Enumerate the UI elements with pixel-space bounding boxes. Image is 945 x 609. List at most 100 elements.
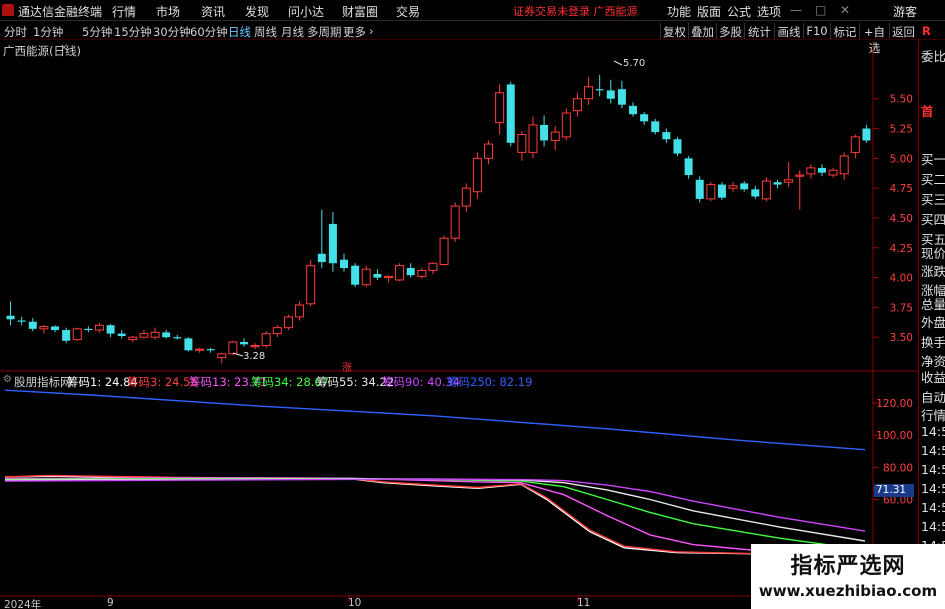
fuquan-button[interactable]: 复权 (660, 23, 688, 39)
candle (561, 108, 571, 141)
candle (261, 331, 271, 348)
candle (417, 268, 427, 279)
menu-zixun[interactable]: 资讯 (201, 3, 225, 20)
candle-body (839, 155, 849, 175)
huaxian-button[interactable]: 画线 (774, 23, 803, 39)
tab-30min[interactable]: 30分钟 (153, 24, 191, 40)
biaoji-button[interactable]: 标记 (830, 23, 859, 39)
chart-area[interactable]: 3.50 3.75 4.00 4.25 4.50 4.75 5.00 5.25 5.50 60.0… (0, 41, 918, 609)
candle-body (139, 333, 149, 338)
candle (117, 330, 126, 339)
guest-label[interactable]: 游客 (893, 3, 917, 20)
app-title: 通达信金融终端 (18, 5, 103, 19)
candle (506, 82, 515, 147)
tab-15min[interactable]: 15分钟 (114, 24, 152, 40)
tab-multi-period[interactable]: 多周期 (307, 24, 342, 40)
candle-body (706, 184, 716, 200)
chart-svg[interactable]: 3.503.754.004.254.504.755.005.255.5060.0… (0, 41, 918, 609)
candle (62, 327, 71, 344)
menu-hangqing[interactable]: 行情 (112, 3, 136, 20)
f10-button[interactable]: F10 (803, 23, 830, 39)
candle-body (340, 259, 349, 269)
candle (428, 262, 438, 274)
candle (773, 179, 782, 189)
tongji-button[interactable]: 统计 (744, 23, 774, 39)
candle (239, 338, 248, 347)
back-button[interactable]: 返回 (889, 23, 917, 39)
side-panel-label-17: 14:5 (921, 424, 945, 439)
add-watchlist-button[interactable]: +自选 (859, 23, 889, 55)
menu-wenxiaoda[interactable]: 问小达 (288, 3, 324, 20)
indicator-line (4, 474, 866, 558)
watermark-title: 指标严选网 (790, 554, 906, 579)
candle-body (629, 105, 638, 115)
candle (72, 327, 82, 341)
menu-gongshi[interactable]: 公式 (727, 3, 751, 20)
indicator-series (4, 389, 866, 559)
candle-body (162, 332, 171, 338)
tab-1min[interactable]: 1分钟 (33, 24, 63, 40)
tab-more[interactable]: 更多 (343, 24, 366, 40)
window-max-icon[interactable]: □ (815, 3, 826, 17)
candle (328, 212, 337, 272)
menu-xuanxiang[interactable]: 选项 (757, 3, 781, 20)
indicator-name[interactable]: 股朋指标网 (14, 374, 72, 390)
menu-jiaoyi[interactable]: 交易 (396, 3, 420, 20)
candle-body (506, 84, 515, 143)
candle (28, 318, 37, 332)
candle-body (417, 269, 427, 277)
login-warning[interactable]: 证券交易未登录 广西能源 (513, 3, 638, 19)
candle-body (728, 185, 738, 189)
indicator-tick-label: 120.00 (876, 398, 913, 410)
candle (740, 181, 749, 192)
candle-body (673, 139, 682, 154)
more-chevron-icon[interactable]: › (369, 24, 374, 38)
candle (850, 134, 860, 159)
diejia-button[interactable]: 叠加 (688, 23, 716, 39)
candle-body (328, 223, 337, 264)
tab-monthly[interactable]: 月线 (281, 24, 304, 40)
menu-shichang[interactable]: 市场 (156, 3, 180, 20)
window-min-icon[interactable]: — (790, 3, 802, 17)
candle (340, 253, 349, 272)
candle-body (295, 304, 305, 318)
menu-faxian[interactable]: 发现 (245, 3, 269, 20)
indicator-settings-icon[interactable]: ⚙ (3, 374, 12, 385)
candle (295, 301, 305, 321)
tab-fenshi[interactable]: 分时 (4, 24, 27, 40)
candle-body (561, 112, 571, 138)
duogu-button[interactable]: 多股 (716, 23, 744, 39)
limit-up-mark: 涨 (342, 363, 352, 374)
window-close-icon[interactable]: ✕ (840, 3, 850, 17)
candle (17, 316, 26, 326)
date-label-sep: 9 (107, 597, 114, 609)
candle (495, 84, 505, 135)
candle (272, 325, 282, 338)
menu-caifuquan[interactable]: 财富圈 (342, 3, 378, 20)
candle-body (595, 89, 604, 91)
candle-body (306, 265, 316, 305)
candle (383, 275, 393, 283)
tab-weekly[interactable]: 周线 (254, 24, 277, 40)
candle (606, 79, 615, 104)
candle-body (806, 167, 816, 175)
panel-r-indicator[interactable]: R (922, 24, 931, 38)
candle-body (517, 134, 527, 153)
legend-chouma250: 筹码250: 82.19 (447, 375, 533, 389)
menu-gongneng[interactable]: 功能 (667, 3, 691, 20)
candle (828, 167, 838, 178)
candlestick-series (6, 74, 871, 364)
price-tick-label: 4.00 (890, 273, 913, 285)
tab-60min[interactable]: 60分钟 (190, 24, 228, 40)
date-label-2024: 2024年 (4, 599, 42, 609)
date-label-nov: 11 (577, 597, 591, 609)
menu-banmian[interactable]: 版面 (697, 3, 721, 20)
candle-body (261, 333, 271, 347)
price-tick-label: 4.75 (890, 183, 913, 195)
candle (528, 116, 538, 159)
candle (283, 314, 293, 331)
price-tick-label: 5.50 (890, 94, 913, 106)
chart-close-icon[interactable]: ✕ (60, 43, 68, 54)
tab-daily[interactable]: 日线 (228, 24, 251, 40)
tab-5min[interactable]: 5分钟 (82, 24, 112, 40)
